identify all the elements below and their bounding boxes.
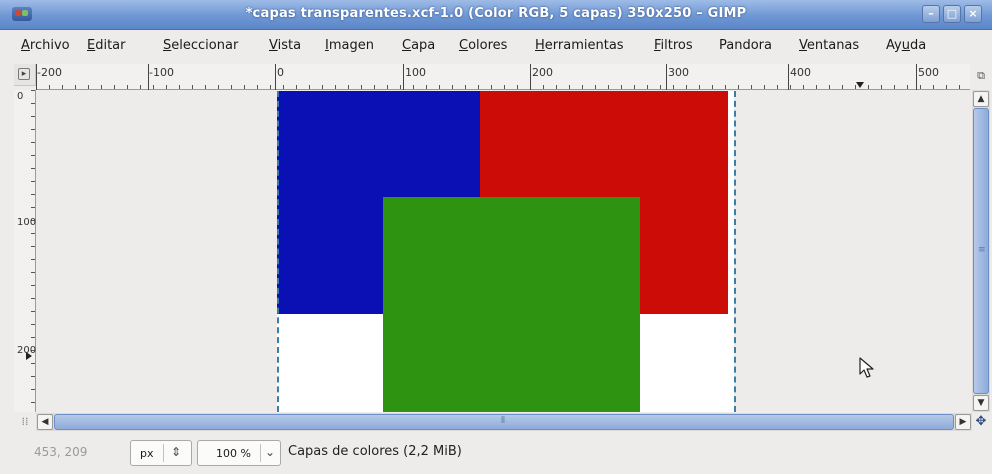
menu-archivo-rest: rchivo — [29, 38, 70, 53]
ruler-major-tick — [666, 64, 667, 90]
ruler-corner-menu-button[interactable]: ▸ — [14, 64, 36, 86]
divider — [163, 444, 164, 462]
ruler-label: 400 — [790, 66, 811, 79]
ruler-major-tick — [403, 64, 404, 90]
menu-filtros-rest: iltros — [660, 38, 693, 53]
vertical-ruler[interactable]: 0 100 200 — [14, 90, 36, 412]
close-button[interactable]: × — [964, 5, 982, 23]
pointer-coordinates: 453, 209 — [34, 445, 88, 459]
title-bar[interactable]: *capas transparentes.xcf-1.0 (Color RGB,… — [0, 0, 992, 30]
grip-icon: ⦀ — [501, 416, 505, 426]
vertical-scroll-thumb[interactable]: ≡ — [973, 108, 989, 394]
grip-icon: ≡ — [978, 245, 986, 255]
ruler-label: 0 — [17, 91, 24, 102]
menu-imagen-rest: magen — [328, 38, 374, 53]
pointer-position-marker — [856, 82, 864, 88]
ruler-label: 100 — [405, 66, 426, 79]
menu-herramientas-rest: erramientas — [544, 38, 624, 53]
zoom-value: 100 % — [216, 447, 251, 460]
menu-herramientas[interactable]: Herramientas — [535, 38, 624, 53]
ruler-label: 200 — [17, 345, 37, 356]
scroll-right-button[interactable]: ▶ — [955, 414, 971, 430]
menu-editar-rest: ditar — [95, 38, 126, 53]
menu-capa[interactable]: Capa — [402, 38, 435, 53]
menu-seleccionar[interactable]: Seleccionar — [163, 38, 238, 53]
menu-imagen[interactable]: Imagen — [325, 38, 374, 53]
window-title: *capas transparentes.xcf-1.0 (Color RGB,… — [245, 6, 747, 21]
zoom-selector[interactable]: 100 % ⌄ — [197, 440, 281, 466]
vertical-scrollbar[interactable]: ▲ ≡ ▼ — [972, 90, 990, 412]
menu-pandora-pre: Pandora — [719, 38, 772, 53]
quick-mask-toggle[interactable]: ⁞⁞ — [14, 413, 36, 431]
ruler-label: 200 — [532, 66, 553, 79]
menu-ayuda[interactable]: Ayuda — [886, 38, 926, 53]
ruler-major-tick — [916, 64, 917, 90]
menu-editar-mnemonic: E — [87, 38, 96, 53]
menu-filtros[interactable]: Filtros — [654, 38, 693, 53]
ruler-label: 100 — [17, 217, 37, 228]
menu-seleccionar-rest: eleccionar — [171, 38, 239, 53]
ruler-major-tick — [530, 64, 531, 90]
menu-pandora[interactable]: Pandora — [719, 38, 772, 53]
minimize-button[interactable]: – — [922, 5, 940, 23]
menu-bar: Archivo Editar Seleccionar Vista Imagen … — [0, 30, 992, 62]
menu-archivo[interactable]: Archivo — [21, 38, 70, 53]
scroll-down-button[interactable]: ▼ — [973, 395, 989, 411]
menu-herramientas-mnemonic: H — [535, 38, 545, 53]
divider — [260, 444, 261, 462]
ruler-label: 0 — [277, 66, 284, 79]
menu-archivo-mnemonic: A — [21, 38, 30, 53]
ruler-major-tick — [788, 64, 789, 90]
ruler-label: -100 — [149, 66, 174, 79]
ruler-major-tick — [275, 64, 276, 90]
horizontal-ruler[interactable]: -200 -100 0 100 200 300 400 500 — [36, 64, 970, 90]
green-layer — [383, 197, 640, 412]
unit-value: px — [140, 447, 154, 460]
status-bar: 453, 209 px ⇕ 100 % ⌄ Capas de colores (… — [0, 432, 992, 474]
menu-ayuda-mnemonic: u — [901, 38, 910, 53]
ruler-label: -200 — [37, 66, 62, 79]
menu-vista-mnemonic: V — [269, 38, 278, 53]
navigate-icon[interactable]: ✥ — [972, 413, 990, 431]
spinner-arrows-icon: ⇕ — [171, 445, 182, 459]
mouse-pointer-icon — [859, 357, 874, 378]
menu-vista[interactable]: Vista — [269, 38, 301, 53]
menu-vista-rest: ista — [277, 38, 302, 53]
pointer-position-marker-vertical — [26, 352, 32, 360]
menu-colores-rest: olores — [468, 38, 508, 53]
menu-colores-mnemonic: C — [459, 38, 469, 53]
ruler-label: 300 — [668, 66, 689, 79]
status-message: Capas de colores (2,2 MiB) — [288, 444, 462, 459]
image-canvas[interactable] — [37, 91, 971, 412]
menu-ventanas-rest: entanas — [806, 38, 860, 53]
menu-editar[interactable]: Editar — [87, 38, 126, 53]
chevron-down-icon: ⌄ — [265, 445, 276, 459]
horizontal-scroll-thumb[interactable]: ⦀ — [54, 414, 954, 430]
layer-boundary-right — [734, 91, 736, 412]
maximize-button[interactable]: □ — [943, 5, 961, 23]
scroll-left-button[interactable]: ◀ — [37, 414, 53, 430]
menu-capa-rest: apa — [411, 38, 436, 53]
scroll-up-button[interactable]: ▲ — [973, 91, 989, 107]
layer-boundary-left — [277, 91, 279, 412]
horizontal-scrollbar[interactable]: ◀ ⦀ ▶ — [36, 413, 972, 431]
menu-ayuda-pre: Ay — [886, 38, 902, 53]
menu-arrow-icon: ▸ — [18, 68, 30, 80]
menu-ventanas[interactable]: Ventanas — [799, 38, 859, 53]
menu-ayuda-rest: da — [909, 38, 927, 53]
unit-selector[interactable]: px ⇕ — [130, 440, 192, 466]
menu-colores[interactable]: Colores — [459, 38, 507, 53]
menu-capa-mnemonic: C — [402, 38, 412, 53]
menu-ventanas-mnemonic: V — [799, 38, 807, 53]
ruler-label: 500 — [918, 66, 939, 79]
zoom-to-window-button[interactable]: ⧉ — [972, 66, 990, 86]
